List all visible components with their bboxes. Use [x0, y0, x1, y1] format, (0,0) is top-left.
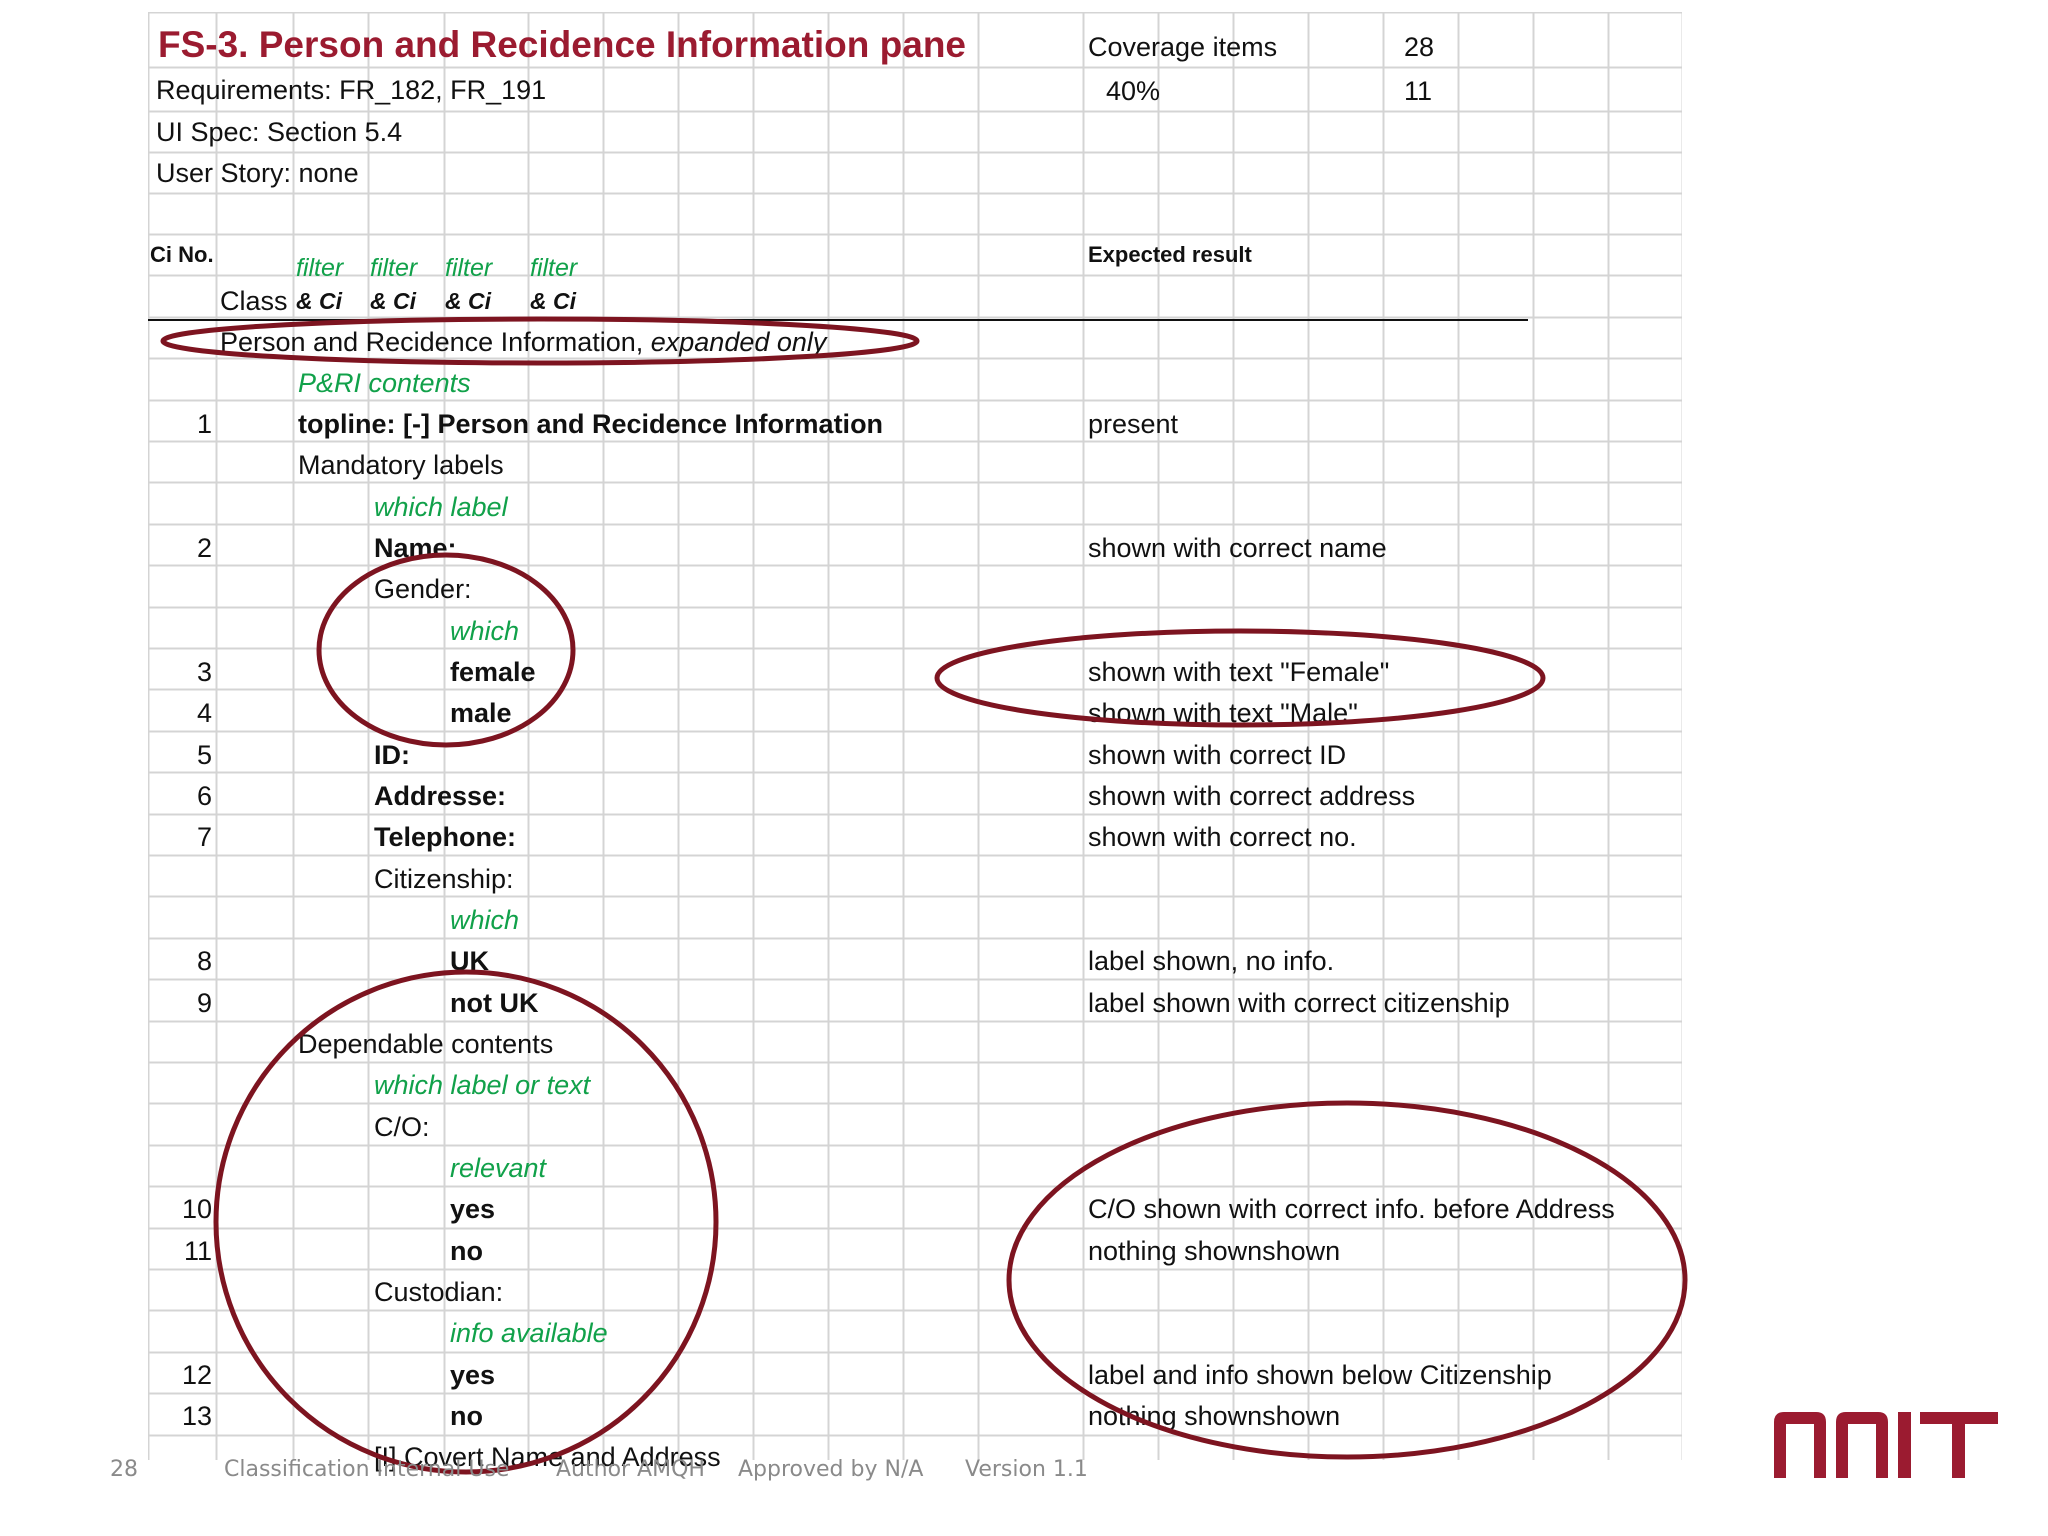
group-label: Dependable contents [298, 1029, 554, 1059]
spreadsheet-grid [148, 12, 1682, 1460]
expected-result: present [1088, 409, 1179, 439]
and-ci-header-3: & Ci [445, 288, 491, 314]
class-header: Class [220, 286, 288, 316]
coverage-item-label: female [450, 657, 536, 687]
version-text: Version 1.1 [965, 1457, 1088, 1482]
approved-text: Approved by N/A [738, 1457, 924, 1482]
filter-label: info available [450, 1318, 608, 1348]
group-label: C/O: [374, 1112, 430, 1142]
coverage-items-count: 28 [1404, 32, 1435, 62]
coverage-item-label: ID: [374, 740, 410, 770]
classification-text: Classification Internal Use [224, 1457, 510, 1482]
ci-number: 8 [196, 946, 212, 976]
coverage-item-label: topline: [-] Person and Recidence Inform… [298, 409, 884, 439]
page-title: FS-3. Person and Recidence Information p… [158, 24, 967, 65]
expected-result: nothing shownshown [1088, 1236, 1341, 1266]
coverage-item-label: Telephone: [374, 822, 517, 852]
requirements-text: Requirements: FR_182, FR_191 [156, 75, 547, 105]
group-label: Gender: [374, 574, 472, 604]
ci-number: 3 [196, 657, 212, 687]
ci-number: 7 [196, 822, 212, 852]
filter-header-2: filter [370, 254, 418, 282]
filter-header-3: filter [445, 254, 493, 282]
filter-label: which label [374, 492, 508, 522]
group-label: Citizenship: [374, 864, 514, 894]
coverage-item-label: no [450, 1236, 483, 1266]
nnit-logo [1774, 1412, 1998, 1478]
expected-result: nothing shownshown [1088, 1401, 1341, 1431]
expected-result: shown with correct no. [1088, 822, 1357, 852]
footer: 28 Classification Internal Use Author AM… [0, 1457, 2048, 1497]
table-row: Person and Recidence Information, expand… [220, 329, 826, 356]
and-ci-header-4: & Ci [530, 288, 576, 314]
expected-result-header: Expected result [1088, 242, 1252, 267]
expected-result: shown with correct ID [1088, 740, 1347, 770]
coverage-done-count: 11 [1404, 76, 1433, 106]
group-label: Mandatory labels [298, 450, 504, 480]
coverage-item-label: male [450, 698, 512, 728]
filter-label: which [450, 905, 520, 935]
expected-result: shown with text "Female" [1088, 657, 1390, 687]
ci-number: 4 [196, 698, 212, 728]
coverage-item-label: not UK [450, 988, 539, 1018]
ci-number: 11 [183, 1236, 212, 1266]
ci-no-header: Ci No. [150, 242, 214, 267]
coverage-item-label: Name: [374, 533, 457, 563]
page-number: 28 [110, 1457, 138, 1482]
section-label-emphasis: expanded only [650, 327, 827, 357]
group-label: Custodian: [374, 1277, 504, 1307]
coverage-items-label: Coverage items [1088, 32, 1278, 62]
expected-result: shown with text "Male" [1088, 698, 1358, 728]
ci-number: 12 [181, 1360, 212, 1390]
ci-number: 13 [181, 1401, 212, 1431]
expected-result: C/O shown with correct info. before Addr… [1088, 1194, 1615, 1224]
and-ci-header-2: & Ci [370, 288, 416, 314]
coverage-item-label: no [450, 1401, 483, 1431]
coverage-item-label: yes [450, 1194, 496, 1224]
ci-number: 6 [196, 781, 212, 811]
user-story-text: User Story: none [156, 158, 359, 188]
expected-result: shown with correct name [1088, 533, 1387, 563]
ci-number: 10 [181, 1194, 212, 1224]
expected-result: shown with correct address [1088, 781, 1416, 811]
table-row: P&RI contents [298, 368, 471, 398]
spreadsheet: FS-3. Person and Recidence Information p… [148, 12, 1682, 1471]
section-label: Person and Recidence Information, [220, 327, 651, 357]
filter-label: which [450, 616, 520, 646]
expected-result: label shown with correct citizenship [1088, 988, 1510, 1018]
filter-label: relevant [450, 1153, 547, 1183]
coverage-percent: 40% [1106, 76, 1161, 106]
ci-number: 5 [196, 740, 212, 770]
author-text: Author AMQH [556, 1457, 705, 1482]
ci-number: 2 [196, 533, 212, 563]
ui-spec-text: UI Spec: Section 5.4 [156, 117, 403, 147]
ci-number: 1 [196, 409, 212, 439]
coverage-item-label: Addresse: [374, 781, 507, 811]
filter-header-4: filter [530, 254, 578, 282]
and-ci-header-1: & Ci [296, 288, 342, 314]
coverage-item-label: UK [450, 946, 489, 976]
ci-number: 9 [196, 988, 212, 1018]
filter-label: which label or text [374, 1070, 591, 1100]
expected-result: label shown, no info. [1088, 946, 1335, 976]
expected-result: label and info shown below Citizenship [1088, 1360, 1552, 1390]
filter-header-1: filter [296, 254, 344, 282]
coverage-item-label: yes [450, 1360, 496, 1390]
